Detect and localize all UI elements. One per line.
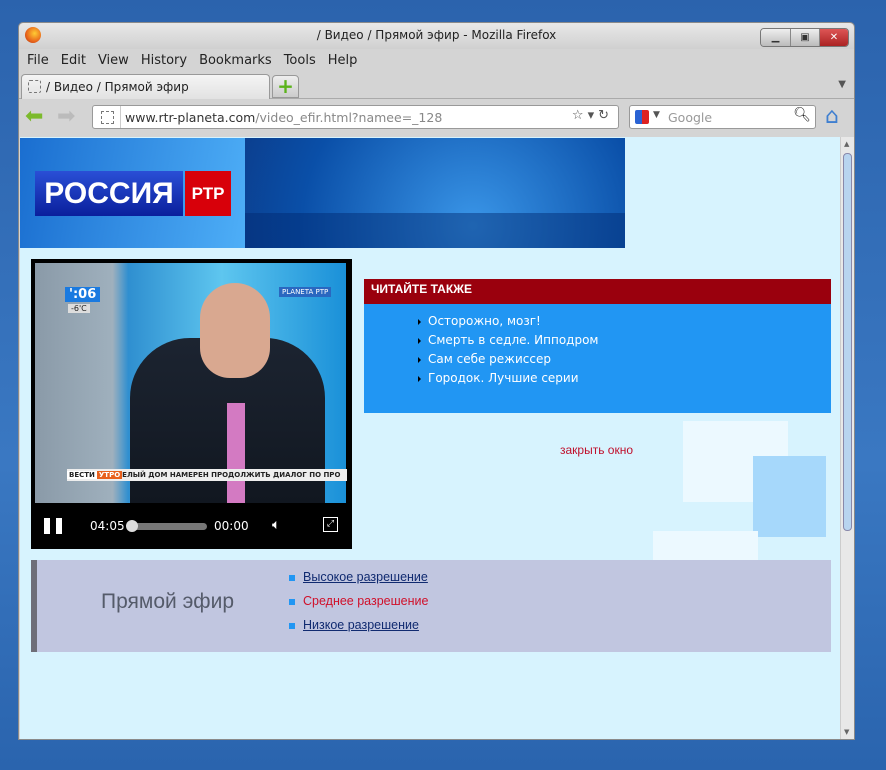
decor-square bbox=[753, 456, 826, 537]
player-controls: 04:05 00:00 🔈︎ ⤢ bbox=[32, 508, 351, 544]
ticker-text: ЕЛЫЙ ДОМ НАМЕРЕН ПРОДОЛЖИТЬ ДИАЛОГ ПО ПР… bbox=[122, 471, 341, 479]
home-icon[interactable]: ⌂ bbox=[825, 106, 839, 128]
vertical-scrollbar[interactable]: ▲ ▼ bbox=[840, 137, 854, 739]
read-also-link[interactable]: Осторожно, мозг! bbox=[418, 314, 831, 333]
window-title: / Видео / Прямой эфир - Mozilla Firefox bbox=[316, 28, 557, 42]
ticker-brand: ВЕСТИ bbox=[67, 471, 97, 479]
progress-knob[interactable] bbox=[126, 520, 138, 532]
globe-image bbox=[245, 138, 625, 248]
menu-tools[interactable]: Tools bbox=[280, 51, 324, 70]
menu-bar: File Edit View History Bookmarks Tools H… bbox=[23, 51, 365, 70]
menu-bookmarks[interactable]: Bookmarks bbox=[195, 51, 280, 70]
video-clock: ':06 bbox=[65, 287, 101, 302]
logo-main: РОССИЯ bbox=[35, 171, 183, 216]
page-content: РОССИЯ РТР ':06 -6'C PLANETA РТР ВЕСТИ УТ… bbox=[20, 137, 840, 739]
end-time: 00:00 bbox=[214, 519, 249, 533]
site-banner: РОССИЯ РТР bbox=[20, 138, 625, 248]
url-path: /video_efir.html?namee=_128 bbox=[255, 110, 443, 125]
scroll-down-icon[interactable]: ▼ bbox=[844, 728, 849, 736]
navigation-bar: ⬅ ➡ www.rtr-planeta.com/video_efir.html?… bbox=[19, 100, 854, 136]
close-window-link[interactable]: закрыть окно bbox=[560, 443, 633, 457]
close-button[interactable]: ✕ bbox=[819, 29, 848, 46]
scroll-up-icon[interactable]: ▲ bbox=[844, 140, 849, 148]
fullscreen-icon[interactable]: ⤢ bbox=[323, 517, 338, 532]
google-icon[interactable] bbox=[635, 110, 649, 124]
live-title: Прямой эфир bbox=[101, 590, 234, 613]
read-also-link[interactable]: Сам себе режиссер bbox=[418, 352, 831, 371]
menu-history[interactable]: History bbox=[137, 51, 195, 70]
url-bar[interactable]: www.rtr-planeta.com/video_efir.html?name… bbox=[92, 105, 619, 129]
maximize-button[interactable]: ▣ bbox=[790, 29, 819, 46]
engine-dropdown-icon[interactable]: ▼ bbox=[653, 110, 660, 120]
news-ticker: ВЕСТИ УТРО ЕЛЫЙ ДОМ НАМЕРЕН ПРОДОЛЖИТЬ ДИА… bbox=[67, 469, 347, 481]
volume-icon[interactable]: 🔈︎ bbox=[272, 517, 280, 533]
browser-window: / Видео / Прямой эфир - Mozilla Firefox … bbox=[18, 22, 855, 740]
tab-active[interactable]: / Видео / Прямой эфир bbox=[21, 74, 270, 99]
live-stream-panel: Прямой эфир Высокое разрешение Среднее р… bbox=[31, 560, 831, 652]
scrollbar-thumb[interactable] bbox=[843, 153, 852, 531]
menu-view[interactable]: View bbox=[94, 51, 137, 70]
forward-arrow-icon[interactable]: ➡ bbox=[57, 106, 75, 128]
minimize-button[interactable]: ▁ bbox=[761, 29, 790, 46]
read-also-link[interactable]: Смерть в седле. Ипподром bbox=[418, 333, 831, 352]
url-domain: www.rtr-planeta.com bbox=[125, 110, 256, 125]
video-player[interactable]: ':06 -6'C PLANETA РТР ВЕСТИ УТРО ЕЛЫЙ ДОМ … bbox=[31, 259, 352, 549]
quality-medium-selected: Среднее разрешение bbox=[303, 594, 429, 608]
decor-square bbox=[653, 531, 758, 561]
site-icon bbox=[101, 111, 114, 124]
search-input[interactable]: Google bbox=[668, 110, 712, 125]
star-icon[interactable]: ☆ bbox=[572, 108, 588, 123]
ticker-show: УТРО bbox=[96, 471, 123, 479]
read-also-link[interactable]: Городок. Лучшие серии bbox=[418, 371, 831, 390]
progress-slider[interactable] bbox=[126, 520, 207, 532]
magnifier-icon[interactable]: 🔍︎ bbox=[793, 107, 811, 123]
menu-file[interactable]: File bbox=[23, 51, 57, 70]
back-arrow-icon[interactable]: ⬅ bbox=[25, 106, 43, 128]
read-also-box: ЧИТАЙТЕ ТАКЖЕ Осторожно, мозг! Смерть в … bbox=[364, 279, 831, 413]
menu-help[interactable]: Help bbox=[324, 51, 366, 70]
tab-bar: / Видео / Прямой эфир + ▼ bbox=[19, 73, 854, 99]
search-bar[interactable]: ▼ Google 🔍︎ bbox=[629, 105, 816, 129]
channel-logo: PLANETA РТР bbox=[279, 287, 332, 297]
title-bar: / Видео / Прямой эфир - Mozilla Firefox … bbox=[19, 23, 854, 49]
quality-low-link[interactable]: Низкое разрешение bbox=[303, 618, 419, 632]
rossiya-rtr-logo[interactable]: РОССИЯ РТР bbox=[35, 171, 231, 216]
video-temperature: -6'C bbox=[68, 304, 90, 313]
dropdown-icon[interactable]: ▾ bbox=[588, 108, 599, 123]
menu-edit[interactable]: Edit bbox=[57, 51, 94, 70]
page-icon bbox=[28, 80, 41, 93]
read-also-title: ЧИТАЙТЕ ТАКЖЕ bbox=[364, 279, 831, 304]
quality-high-link[interactable]: Высокое разрешение bbox=[303, 570, 428, 584]
video-frame[interactable]: ':06 -6'C PLANETA РТР ВЕСТИ УТРО ЕЛЫЙ ДОМ … bbox=[35, 263, 347, 503]
logo-sub: РТР bbox=[185, 171, 231, 216]
tab-list-icon[interactable]: ▼ bbox=[838, 79, 846, 90]
tab-label: / Видео / Прямой эфир bbox=[46, 80, 189, 94]
current-time: 04:05 bbox=[90, 519, 125, 533]
new-tab-button[interactable]: + bbox=[272, 75, 299, 98]
reload-icon[interactable]: ↻ bbox=[598, 108, 613, 123]
pause-icon[interactable] bbox=[44, 518, 62, 534]
